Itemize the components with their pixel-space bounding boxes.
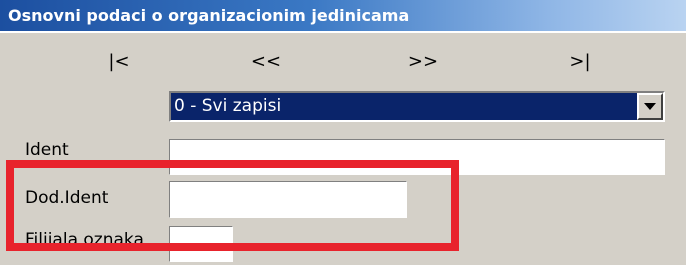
record-filter-value[interactable]: 0 - Svi zapisi bbox=[171, 93, 637, 120]
window-title: Osnovni podaci o organizacionim jedinica… bbox=[0, 0, 686, 31]
last-record-button[interactable]: >| bbox=[540, 44, 620, 80]
first-record-button[interactable]: |< bbox=[79, 44, 159, 80]
ident-label: Ident bbox=[25, 140, 69, 160]
previous-record-button[interactable]: << bbox=[226, 44, 306, 80]
chevron-down-icon bbox=[644, 103, 656, 110]
highlight-box bbox=[6, 160, 459, 251]
next-record-button[interactable]: >> bbox=[383, 44, 463, 80]
title-divider bbox=[0, 31, 686, 33]
record-filter-dropdown[interactable]: 0 - Svi zapisi bbox=[169, 91, 665, 122]
dropdown-button[interactable] bbox=[637, 93, 663, 120]
